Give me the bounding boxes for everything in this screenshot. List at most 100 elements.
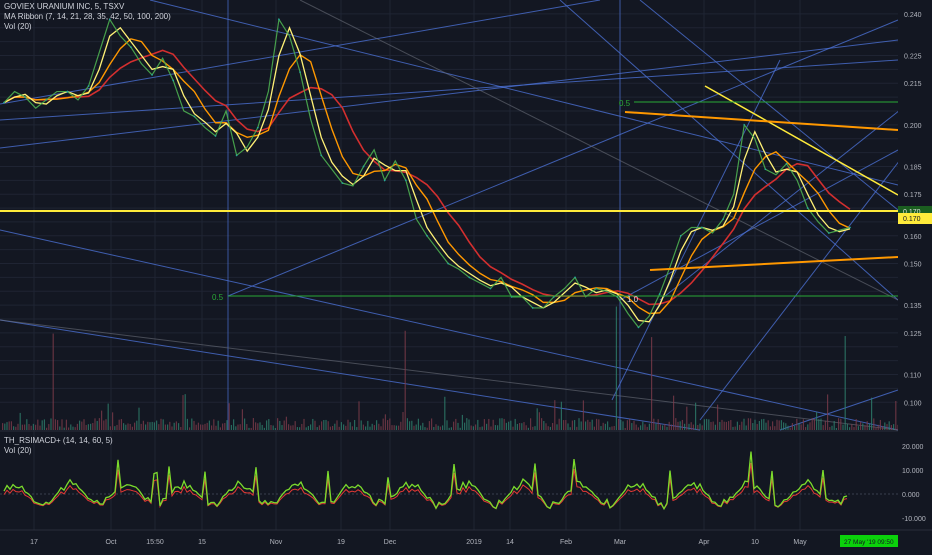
- volume-bar: [508, 421, 510, 430]
- price-point: [426, 234, 428, 237]
- volume-bar: [774, 426, 776, 430]
- volume-bar: [46, 427, 48, 430]
- volume-bar: [472, 426, 474, 430]
- volume-bar: [666, 426, 668, 430]
- volume-bar: [468, 419, 470, 430]
- volume-bar: [560, 401, 562, 430]
- rsimacd-legend[interactable]: TH_RSIMACD+ (14, 14, 60, 5): [4, 436, 113, 446]
- volume-bar: [543, 420, 545, 430]
- volume-bar: [453, 421, 455, 430]
- volume-bar: [98, 418, 100, 430]
- volume-bar: [525, 425, 527, 430]
- volume-bar: [142, 420, 144, 430]
- chart-workspace[interactable]: 0.5 0.5 1.0 0.240 0.225 0.215 0.200 0.185 0.175…: [0, 0, 932, 550]
- volume-bar: [719, 421, 721, 430]
- volume-bar: [701, 425, 703, 430]
- volume-bar: [208, 420, 210, 430]
- volume-bar: [6, 422, 8, 430]
- oscillator-tick-label: 10.000: [902, 468, 924, 475]
- volume-bar: [659, 424, 661, 430]
- volume-bar: [699, 423, 701, 430]
- volume-bar: [41, 420, 43, 430]
- ma-ribbon-legend[interactable]: MA Ribbon (7, 14, 21, 28, 35, 42, 50, 10…: [4, 12, 171, 22]
- volume-bar: [523, 422, 525, 430]
- volume-legend-top[interactable]: Vol (20): [4, 22, 32, 32]
- volume-bar: [833, 421, 835, 430]
- price-point: [637, 326, 640, 329]
- price-tick-label: 0.200: [904, 123, 922, 130]
- volume-bar: [492, 419, 494, 430]
- volume-bar: [358, 401, 360, 430]
- volume-bar: [301, 423, 303, 430]
- volume-bar: [657, 419, 659, 430]
- volume-bar: [35, 424, 37, 430]
- volume-bar: [475, 424, 477, 430]
- volume-bar: [860, 421, 862, 430]
- volume-bar: [74, 427, 76, 430]
- price-point: [383, 179, 386, 182]
- volume-bar: [585, 421, 587, 430]
- volume-bar: [332, 425, 334, 430]
- volume-bar: [677, 421, 679, 430]
- volume-bar: [706, 418, 708, 430]
- volume-bar: [728, 421, 730, 430]
- volume-bar: [820, 418, 822, 430]
- volume-bar: [457, 422, 459, 430]
- volume-legend-bottom[interactable]: Vol (20): [4, 446, 32, 456]
- volume-bar: [536, 408, 538, 430]
- volume-bar: [893, 424, 895, 430]
- volume-bar: [776, 419, 778, 430]
- volume-bar: [303, 418, 305, 430]
- volume-bar: [50, 418, 52, 430]
- price-point: [722, 218, 724, 221]
- volume-bar: [750, 418, 752, 430]
- volume-bar: [494, 425, 496, 430]
- price-point: [24, 96, 27, 98]
- price-chart[interactable]: 0.5 0.5 1.0 0.240 0.225 0.215 0.200 0.185 0.175…: [0, 0, 932, 550]
- volume-bar: [886, 424, 888, 430]
- price-tick-label: 0.150: [904, 262, 922, 269]
- volume-bar: [83, 419, 85, 430]
- volume-bar: [844, 336, 846, 430]
- volume-bar: [250, 427, 252, 430]
- volume-bar: [756, 424, 758, 430]
- volume-bar: [420, 425, 422, 430]
- volume-bar: [591, 419, 593, 430]
- volume-bar: [868, 423, 870, 430]
- price-point: [679, 234, 682, 237]
- volume-bar: [153, 422, 155, 430]
- volume-bar: [717, 404, 719, 430]
- symbol-legend[interactable]: GOVIEX URANIUM INC, 5, TSXV: [4, 2, 124, 12]
- volume-bar: [8, 421, 10, 430]
- price-tick-label: 0.175: [904, 192, 922, 199]
- fib-label-upper: 0.5: [619, 99, 631, 108]
- volume-bar: [686, 406, 688, 430]
- volume-bar: [65, 419, 67, 430]
- fib-label-zero: 1.0: [627, 295, 639, 304]
- volume-bar: [338, 426, 340, 430]
- volume-bar: [215, 425, 217, 430]
- volume-bar: [725, 421, 727, 430]
- volume-bar: [316, 427, 318, 430]
- volume-bar: [52, 333, 54, 430]
- volume-bar: [233, 419, 235, 430]
- volume-bar: [230, 424, 232, 430]
- volume-bar: [690, 422, 692, 430]
- volume-bar: [424, 427, 426, 430]
- volume-bar: [745, 425, 747, 430]
- volume-bar: [787, 425, 789, 430]
- volume-bar: [624, 427, 626, 430]
- volume-bar: [501, 418, 503, 430]
- price-point: [849, 226, 851, 229]
- volume-bar: [615, 306, 617, 430]
- volume-bar: [532, 426, 534, 430]
- price-point: [193, 115, 196, 118]
- price-point: [87, 85, 90, 87]
- price-tick-label: 0.240: [904, 12, 922, 19]
- volume-bar: [622, 421, 624, 430]
- volume-bar: [653, 418, 655, 430]
- volume-bar: [164, 424, 166, 430]
- volume-bar: [582, 400, 584, 430]
- price-point: [320, 154, 323, 157]
- volume-bar: [323, 420, 325, 430]
